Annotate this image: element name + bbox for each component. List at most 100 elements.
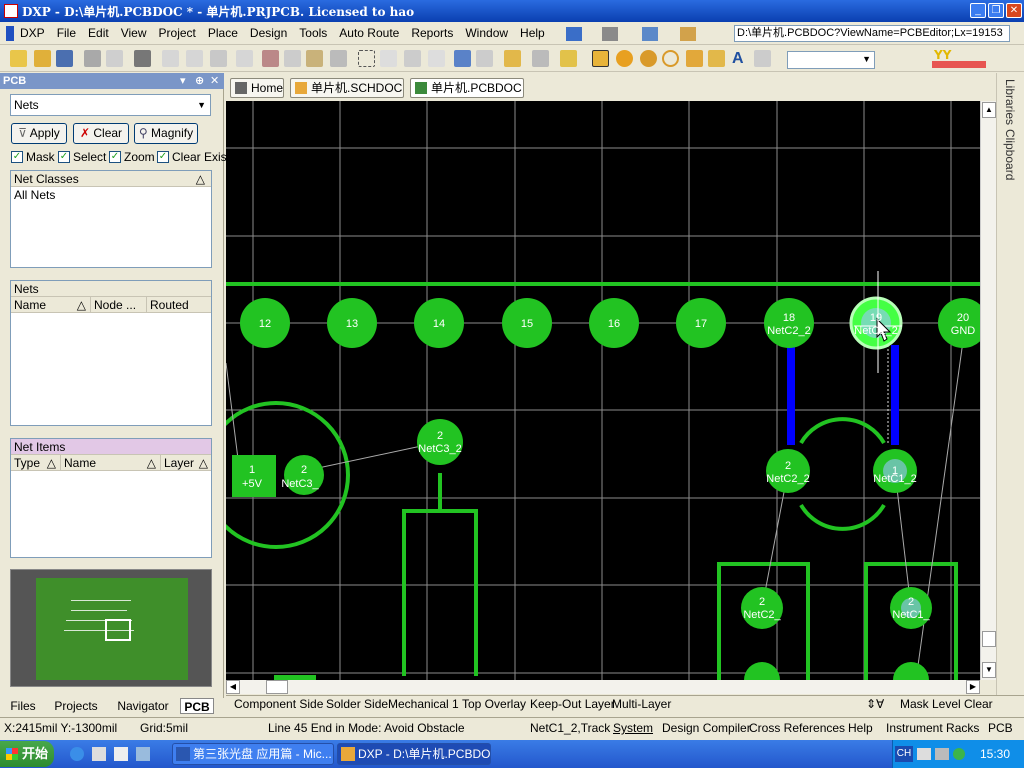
column-type[interactable]: Type △ xyxy=(11,455,61,471)
panel-menu-icon[interactable]: ▾ xyxy=(180,73,186,89)
task-dxp[interactable]: DXP - D:\单片机.PCBDO... xyxy=(337,743,491,765)
board-thumbnail[interactable] xyxy=(10,569,212,687)
move-icon[interactable] xyxy=(380,50,397,67)
place-arc-icon[interactable] xyxy=(662,50,679,67)
system-button[interactable]: System xyxy=(613,721,653,735)
menu-help[interactable]: Help xyxy=(514,26,551,40)
menu-reports[interactable]: Reports xyxy=(405,26,459,40)
menu-file[interactable]: File xyxy=(51,26,82,40)
layer-mechanical-1[interactable]: Mechanical 1 xyxy=(388,697,459,712)
layer-top-overlay[interactable]: Top Overlay xyxy=(462,697,526,712)
browse-component-icon[interactable] xyxy=(532,50,549,67)
search-icon[interactable] xyxy=(642,27,658,41)
place-string-icon[interactable]: A xyxy=(732,50,749,67)
column-name[interactable]: Name △ xyxy=(11,297,91,313)
column-name[interactable]: Name △ xyxy=(61,455,161,471)
minimize-button[interactable]: _ xyxy=(970,3,986,18)
tab-clipboard[interactable]: Clipboard xyxy=(1003,129,1017,180)
filter-icon[interactable]: ⇕∀ xyxy=(866,697,896,712)
app-icon[interactable] xyxy=(136,747,150,761)
tab-projects[interactable]: Projects xyxy=(46,698,106,714)
scroll-thumb[interactable] xyxy=(266,680,288,694)
nets-list[interactable]: Nets Name △ Node ... Routed xyxy=(10,280,212,426)
desktop-icon[interactable] xyxy=(114,747,128,761)
cross-references-button[interactable]: Cross References xyxy=(749,721,845,735)
keyboard-icon[interactable] xyxy=(917,748,931,760)
panel-pin-icon[interactable]: ⊕ xyxy=(195,73,204,89)
scroll-down-icon[interactable]: ▼ xyxy=(982,662,996,678)
ie-icon[interactable] xyxy=(70,747,84,761)
list-item[interactable]: All Nets xyxy=(11,187,211,203)
column-routed[interactable]: Routed xyxy=(147,297,211,313)
pad-bottom-2[interactable] xyxy=(893,662,929,680)
chart-icon[interactable] xyxy=(566,27,582,41)
redo-icon[interactable] xyxy=(476,50,493,67)
layer-solder-side[interactable]: Solder Side xyxy=(326,697,388,712)
menu-auto-route[interactable]: Auto Route xyxy=(333,26,405,40)
crossprobe-icon[interactable] xyxy=(504,50,521,67)
place-component-icon[interactable] xyxy=(754,50,771,67)
select-area-icon[interactable] xyxy=(358,50,375,67)
mask-checkbox[interactable]: ✓ Mask xyxy=(11,150,55,164)
toolbar-combo-1[interactable]: ▼ xyxy=(787,51,875,69)
tray-app-icon[interactable] xyxy=(953,748,965,760)
task-word[interactable]: 第三张光盘 应用篇 - Mic... xyxy=(172,743,334,765)
column-node[interactable]: Node ... xyxy=(91,297,147,313)
pcb-canvas[interactable]: 12 13 14 15 16 17 18 NetC2_2 19 NetC1_2 … xyxy=(226,101,980,680)
help-button[interactable]: Help xyxy=(848,721,873,735)
layer-keep-out[interactable]: Keep-Out Layer xyxy=(530,697,615,712)
menu-tools[interactable]: Tools xyxy=(293,26,333,40)
network-icon[interactable] xyxy=(935,748,949,760)
mask-level-button[interactable]: Mask Level xyxy=(900,697,961,712)
tab-pcb[interactable]: PCB xyxy=(180,698,214,714)
overlay-arc-top[interactable] xyxy=(799,417,886,445)
zoom-area-icon[interactable] xyxy=(186,50,203,67)
deselect-icon[interactable] xyxy=(404,50,421,67)
print-preview-icon[interactable] xyxy=(106,50,123,67)
place-via-icon[interactable] xyxy=(640,50,657,67)
layer-multi-layer[interactable]: Multi-Layer xyxy=(612,697,674,712)
browse-icon[interactable] xyxy=(236,50,253,67)
tab-files[interactable]: Files xyxy=(6,698,40,714)
paste-icon[interactable] xyxy=(306,50,323,67)
zoom-selected-icon[interactable] xyxy=(210,50,227,67)
select-checkbox[interactable]: ✓ Select xyxy=(58,150,106,164)
menu-place[interactable]: Place xyxy=(202,26,244,40)
menu-edit[interactable]: Edit xyxy=(82,26,115,40)
overlay-outline-left[interactable] xyxy=(402,509,478,676)
apply-button[interactable]: ⊽ Apply xyxy=(11,123,67,144)
clear-filter-icon[interactable] xyxy=(428,50,445,67)
scroll-thumb[interactable] xyxy=(982,631,996,647)
tab-libraries[interactable]: Libraries xyxy=(1003,79,1017,125)
cut-icon[interactable] xyxy=(262,50,279,67)
outlook-icon[interactable] xyxy=(92,747,106,761)
layers-icon[interactable] xyxy=(602,27,618,41)
menu-dxp[interactable]: DXP xyxy=(14,26,51,40)
rubber-stamp-icon[interactable] xyxy=(330,50,347,67)
scroll-up-icon[interactable]: ▲ xyxy=(982,102,996,118)
zoom-checkbox[interactable]: ✓ Zoom xyxy=(109,150,155,164)
address-field[interactable]: D:\单片机.PCBDOC?ViewName=PCBEditor;Lx=1915… xyxy=(734,25,1010,42)
ruler-icon[interactable] xyxy=(680,27,696,41)
help-icon[interactable] xyxy=(560,50,577,67)
net-classes-header[interactable]: Net Classes △ xyxy=(11,171,211,187)
net-classes-list[interactable]: Net Classes △ All Nets xyxy=(10,170,212,268)
close-button[interactable]: ✕ xyxy=(1006,3,1022,18)
tab-schdoc[interactable]: 单片机.SCHDOC * xyxy=(290,78,404,113)
tab-navigator[interactable]: Navigator xyxy=(110,698,176,714)
place-polygon-icon[interactable] xyxy=(708,50,725,67)
place-pad-icon[interactable] xyxy=(616,50,633,67)
clear-exist-checkbox[interactable]: ✓ Clear Exist xyxy=(157,150,230,164)
copy-icon[interactable] xyxy=(284,50,301,67)
tab-pcbdoc[interactable]: 单片机.PCBDOC * xyxy=(410,78,524,113)
maximize-button[interactable]: ❐ xyxy=(988,3,1004,18)
overlay-arc-bottom[interactable] xyxy=(799,503,886,531)
instrument-racks-button[interactable]: Instrument Racks xyxy=(886,721,979,735)
interactive-route-icon[interactable] xyxy=(592,50,609,67)
layer-stack-icon[interactable] xyxy=(134,50,151,67)
pcb-status-button[interactable]: PCB xyxy=(988,721,1013,735)
open-folder-icon[interactable] xyxy=(34,50,51,67)
menu-view[interactable]: View xyxy=(115,26,153,40)
menu-design[interactable]: Design xyxy=(244,26,293,40)
place-fill-icon[interactable] xyxy=(686,50,703,67)
